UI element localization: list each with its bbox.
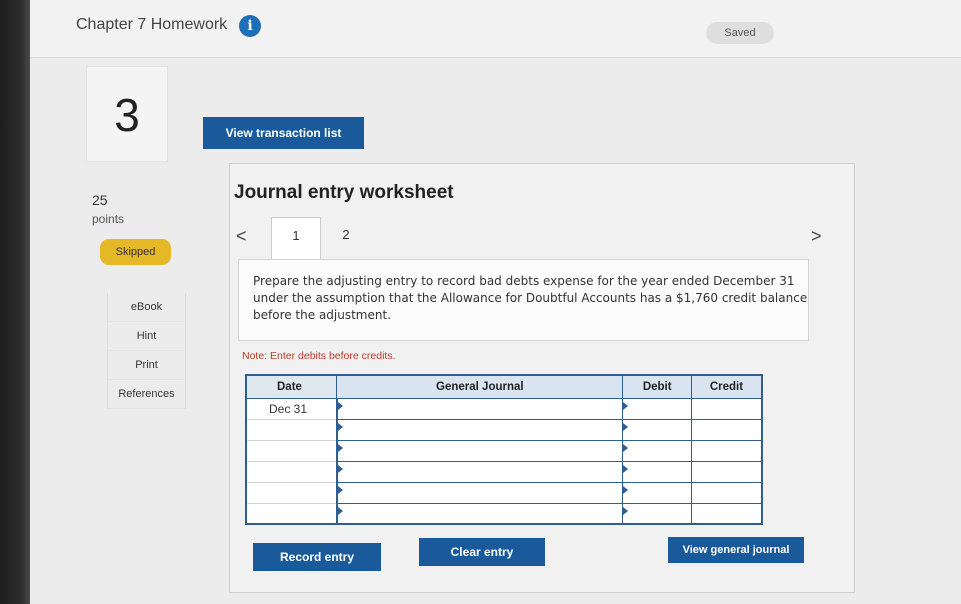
column-header-general-journal: General Journal — [336, 374, 624, 399]
clear-entry-button[interactable]: Clear entry — [419, 538, 545, 566]
credit-input[interactable] — [690, 460, 763, 483]
debit-input[interactable] — [622, 481, 692, 504]
instructions-text: Prepare the adjusting entry to record ba… — [253, 274, 808, 322]
points-label: points — [92, 212, 125, 226]
account-input[interactable] — [336, 460, 624, 483]
instructions-box: Prepare the adjusting entry to record ba… — [238, 259, 809, 341]
date-cell — [245, 482, 338, 504]
account-input[interactable] — [336, 397, 624, 420]
print-link[interactable]: Print — [108, 351, 185, 380]
table-row: Dec 31 — [245, 397, 763, 420]
hint-link[interactable]: Hint — [108, 322, 185, 351]
chevron-right-icon[interactable]: > — [811, 226, 822, 247]
skipped-status-badge: Skipped — [100, 239, 171, 265]
date-cell: Dec 31 — [245, 398, 338, 420]
view-general-journal-button[interactable]: View general journal — [668, 537, 804, 563]
ebook-link[interactable]: eBook — [108, 293, 185, 322]
date-cell — [245, 419, 338, 441]
date-cell — [245, 440, 338, 462]
debit-input[interactable] — [622, 397, 692, 420]
note-text: Note: Enter debits before credits. — [242, 350, 396, 362]
worksheet-title: Journal entry worksheet — [234, 182, 454, 203]
account-input[interactable] — [336, 502, 624, 525]
assignment-title: Chapter 7 Homework — [76, 16, 228, 33]
debit-input[interactable] — [622, 418, 692, 441]
table-row — [245, 439, 763, 462]
table-row — [245, 502, 763, 525]
credit-input[interactable] — [690, 397, 763, 420]
account-input[interactable] — [336, 418, 624, 441]
tab-1[interactable]: 1 — [271, 217, 321, 259]
points-value: 25 — [92, 192, 108, 208]
table-row — [245, 418, 763, 441]
column-header-credit: Credit — [690, 374, 763, 399]
view-transaction-list-button[interactable]: View transaction list — [203, 117, 364, 149]
account-input[interactable] — [336, 439, 624, 462]
question-number: 3 — [86, 66, 168, 162]
debit-input[interactable] — [622, 439, 692, 462]
resource-links: eBook Hint Print References — [107, 293, 186, 409]
debit-input[interactable] — [622, 502, 692, 525]
credit-input[interactable] — [690, 502, 763, 525]
account-input[interactable] — [336, 481, 624, 504]
table-row — [245, 481, 763, 504]
credit-input[interactable] — [690, 418, 763, 441]
saved-status-badge: Saved — [706, 22, 774, 44]
screen-bezel — [0, 0, 30, 604]
table-row — [245, 460, 763, 483]
references-link[interactable]: References — [108, 380, 185, 409]
tab-2[interactable]: 2 — [326, 217, 366, 253]
date-cell — [245, 503, 338, 525]
debit-input[interactable] — [622, 460, 692, 483]
column-header-debit: Debit — [622, 374, 692, 399]
chevron-left-icon[interactable]: < — [236, 226, 247, 247]
journal-header-row: Date General Journal Debit Credit — [245, 374, 763, 399]
credit-input[interactable] — [690, 481, 763, 504]
credit-input[interactable] — [690, 439, 763, 462]
journal-table: Date General Journal Debit Credit Dec 31 — [245, 374, 763, 525]
column-header-date: Date — [245, 374, 338, 399]
date-cell — [245, 461, 338, 483]
record-entry-button[interactable]: Record entry — [253, 543, 381, 571]
info-icon[interactable]: i — [239, 15, 261, 37]
